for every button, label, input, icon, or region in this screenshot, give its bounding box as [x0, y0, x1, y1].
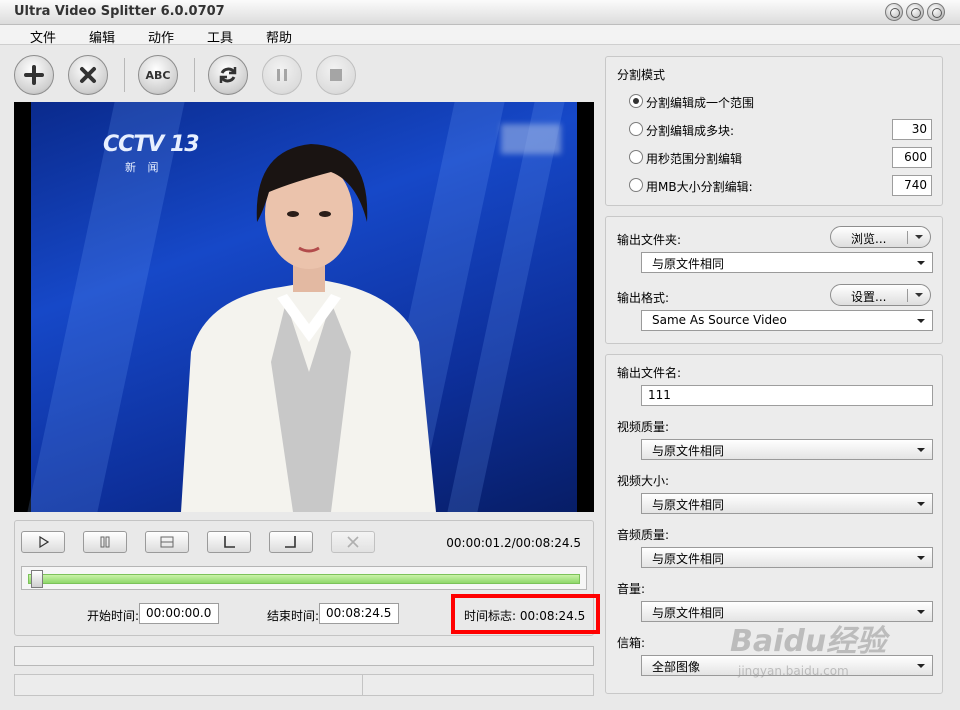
player-stop-button[interactable]	[145, 531, 189, 553]
radio-multiple-blocks-label: 分割编辑成多块:	[646, 124, 735, 138]
chevron-down-icon	[914, 255, 928, 270]
menu-tools[interactable]: 工具	[207, 27, 233, 46]
split-mode-title: 分割模式	[617, 68, 666, 82]
radio-mb-size-label: 用MB大小分割编辑:	[646, 180, 753, 194]
output-panel: 输出文件夹: 浏览... 与原文件相同 输出格式: 设置... Same As …	[605, 216, 943, 344]
letterbox-label: 信箱:	[617, 636, 646, 650]
start-time-field[interactable]: 00:00:00.0	[139, 603, 219, 624]
radio-one-range[interactable]	[629, 94, 643, 108]
toolbar-separator	[194, 58, 195, 92]
mb-size-field[interactable]: 740	[892, 175, 932, 196]
video-preview: CCTV 13 新 闻	[14, 102, 594, 512]
play-icon	[39, 536, 49, 548]
seek-bar[interactable]	[21, 566, 587, 590]
menu-action[interactable]: 动作	[148, 27, 174, 46]
chevron-down-icon	[915, 293, 923, 297]
clear-button[interactable]	[331, 531, 375, 553]
split-mode-panel: 分割模式 分割编辑成一个范围 分割编辑成多块: 30 用秒范围分割编辑 600 …	[605, 56, 943, 206]
video-frame: CCTV 13 新 闻	[27, 102, 577, 512]
output-format-select[interactable]: Same As Source Video	[641, 310, 933, 331]
rename-button[interactable]: ABC	[138, 55, 178, 95]
radio-seconds-label: 用秒范围分割编辑	[646, 152, 743, 166]
add-button[interactable]	[14, 55, 54, 95]
timecode: 00:00:01.2/00:08:24.5	[446, 536, 581, 550]
time-mark-value: 00:08:24.5	[519, 609, 586, 623]
close-button[interactable]	[927, 3, 945, 21]
anchor-figure	[181, 144, 436, 512]
set-end-icon	[285, 536, 296, 548]
chevron-down-icon	[914, 442, 928, 457]
menu-help[interactable]: 帮助	[266, 27, 292, 46]
radio-mb-size[interactable]	[629, 178, 643, 192]
blocks-count-field[interactable]: 30	[892, 119, 932, 140]
pause-icon	[100, 536, 110, 548]
output-folder-select[interactable]: 与原文件相同	[641, 252, 933, 273]
chevron-down-icon	[914, 550, 928, 565]
toolbar-separator	[124, 58, 125, 92]
radio-seconds[interactable]	[629, 150, 643, 164]
end-time-field[interactable]: 00:08:24.5	[319, 603, 399, 624]
play-button[interactable]	[21, 531, 65, 553]
output-format-label: 输出格式:	[617, 291, 670, 305]
stop-button[interactable]	[316, 55, 356, 95]
stop-icon	[330, 69, 342, 81]
stop-icon	[160, 536, 174, 548]
seconds-field[interactable]: 600	[892, 147, 932, 168]
chevron-down-icon	[914, 496, 928, 511]
chevron-down-icon	[914, 658, 928, 673]
video-size-select[interactable]: 与原文件相同	[641, 493, 933, 514]
settings-button[interactable]: 设置...	[830, 284, 931, 306]
video-quality-label: 视频质量:	[617, 420, 670, 434]
chevron-down-icon	[914, 604, 928, 619]
end-time-label: 结束时间:	[267, 609, 320, 623]
video-size-label: 视频大小:	[617, 474, 670, 488]
refresh-icon	[219, 67, 237, 83]
pause-icon	[277, 69, 287, 81]
seek-bar-fill	[28, 574, 580, 584]
radio-multiple-blocks[interactable]	[629, 122, 643, 136]
browse-button[interactable]: 浏览...	[830, 226, 931, 248]
player-pause-button[interactable]	[83, 531, 127, 553]
menu-file[interactable]: 文件	[30, 27, 56, 46]
maximize-button[interactable]	[906, 3, 924, 21]
remove-icon	[80, 67, 96, 83]
progress-bar	[14, 646, 594, 666]
set-start-icon	[224, 536, 235, 548]
menu-edit[interactable]: 编辑	[89, 27, 115, 46]
pause-button[interactable]	[262, 55, 302, 95]
baidu-watermark: Baidu经验	[730, 624, 887, 659]
time-mark-label: 时间标志: 00:08:24.5	[464, 609, 586, 623]
set-end-button[interactable]	[269, 531, 313, 553]
set-start-button[interactable]	[207, 531, 251, 553]
toolbar: ABC	[8, 52, 598, 100]
output-filename-label: 输出文件名:	[617, 366, 682, 380]
player-controls: 00:00:01.2/00:08:24.5 开始时间: 00:00:00.0 结…	[14, 520, 600, 636]
remove-button[interactable]	[68, 55, 108, 95]
split-button[interactable]	[208, 55, 248, 95]
menu-bar: 文件 编辑 动作 工具 帮助	[0, 25, 960, 46]
status-bar	[14, 674, 594, 696]
chevron-down-icon	[915, 235, 923, 239]
audio-quality-label: 音频质量:	[617, 528, 670, 542]
abc-icon: ABC	[145, 68, 171, 82]
radio-one-range-label: 分割编辑成一个范围	[646, 96, 755, 110]
watermark-url: jingyan.baidu.com	[738, 664, 849, 678]
output-folder-label: 输出文件夹:	[617, 233, 682, 247]
output-filename-field[interactable]: 111	[641, 385, 933, 406]
title-bar: Ultra Video Splitter 6.0.0707	[0, 0, 960, 25]
seek-thumb[interactable]	[31, 570, 44, 588]
volume-label: 音量:	[617, 582, 646, 596]
window-title: Ultra Video Splitter 6.0.0707	[14, 4, 225, 19]
clear-icon	[347, 536, 359, 548]
audio-quality-select[interactable]: 与原文件相同	[641, 547, 933, 568]
start-time-label: 开始时间:	[87, 609, 140, 623]
chevron-down-icon	[914, 313, 928, 328]
minimize-button[interactable]	[885, 3, 903, 21]
add-icon	[24, 65, 44, 85]
video-quality-select[interactable]: 与原文件相同	[641, 439, 933, 460]
